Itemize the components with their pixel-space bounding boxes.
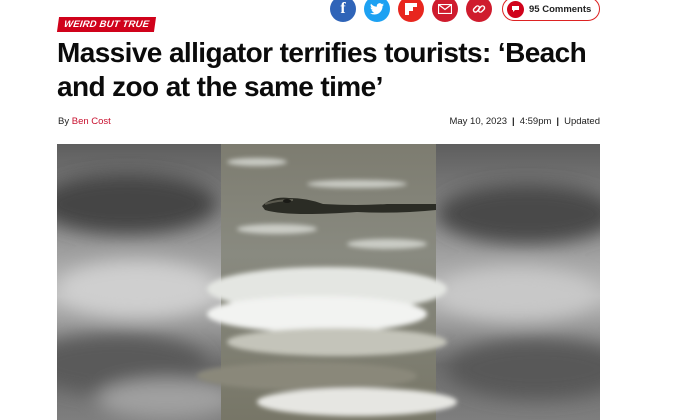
section-kicker[interactable]: WEIRD BUT TRUE (56, 17, 157, 32)
share-bar: f 95 Comments (330, 0, 601, 22)
comment-bubble-icon (507, 0, 524, 18)
byline-prefix: By (58, 116, 70, 127)
twitter-share-button[interactable] (364, 0, 390, 22)
facebook-share-button[interactable]: f (330, 0, 356, 22)
time-separator: | (556, 116, 560, 127)
facebook-icon: f (340, 0, 346, 17)
link-icon (472, 5, 486, 13)
flipboard-icon (405, 3, 417, 15)
copy-link-button[interactable] (466, 0, 492, 22)
comments-button[interactable]: 95 Comments (502, 0, 601, 21)
dateline: May 10, 2023 | 4:59pm | Updated (449, 116, 600, 127)
comments-count: 95 Comments (529, 3, 592, 15)
publish-time: 4:59pm (519, 116, 552, 127)
byline: By Ben Cost (58, 116, 111, 127)
publish-date: May 10, 2023 (449, 116, 508, 127)
video-frame-image (57, 144, 600, 420)
email-icon (438, 4, 452, 14)
email-share-button[interactable] (432, 0, 458, 22)
article-headline: Massive alligator terrifies tourists: ‘B… (57, 37, 587, 102)
video-player[interactable] (57, 144, 600, 420)
author-link[interactable]: Ben Cost (72, 116, 111, 127)
updated-label[interactable]: Updated (564, 116, 600, 127)
flipboard-share-button[interactable] (398, 0, 424, 22)
twitter-icon (370, 3, 384, 15)
date-separator: | (512, 116, 515, 127)
